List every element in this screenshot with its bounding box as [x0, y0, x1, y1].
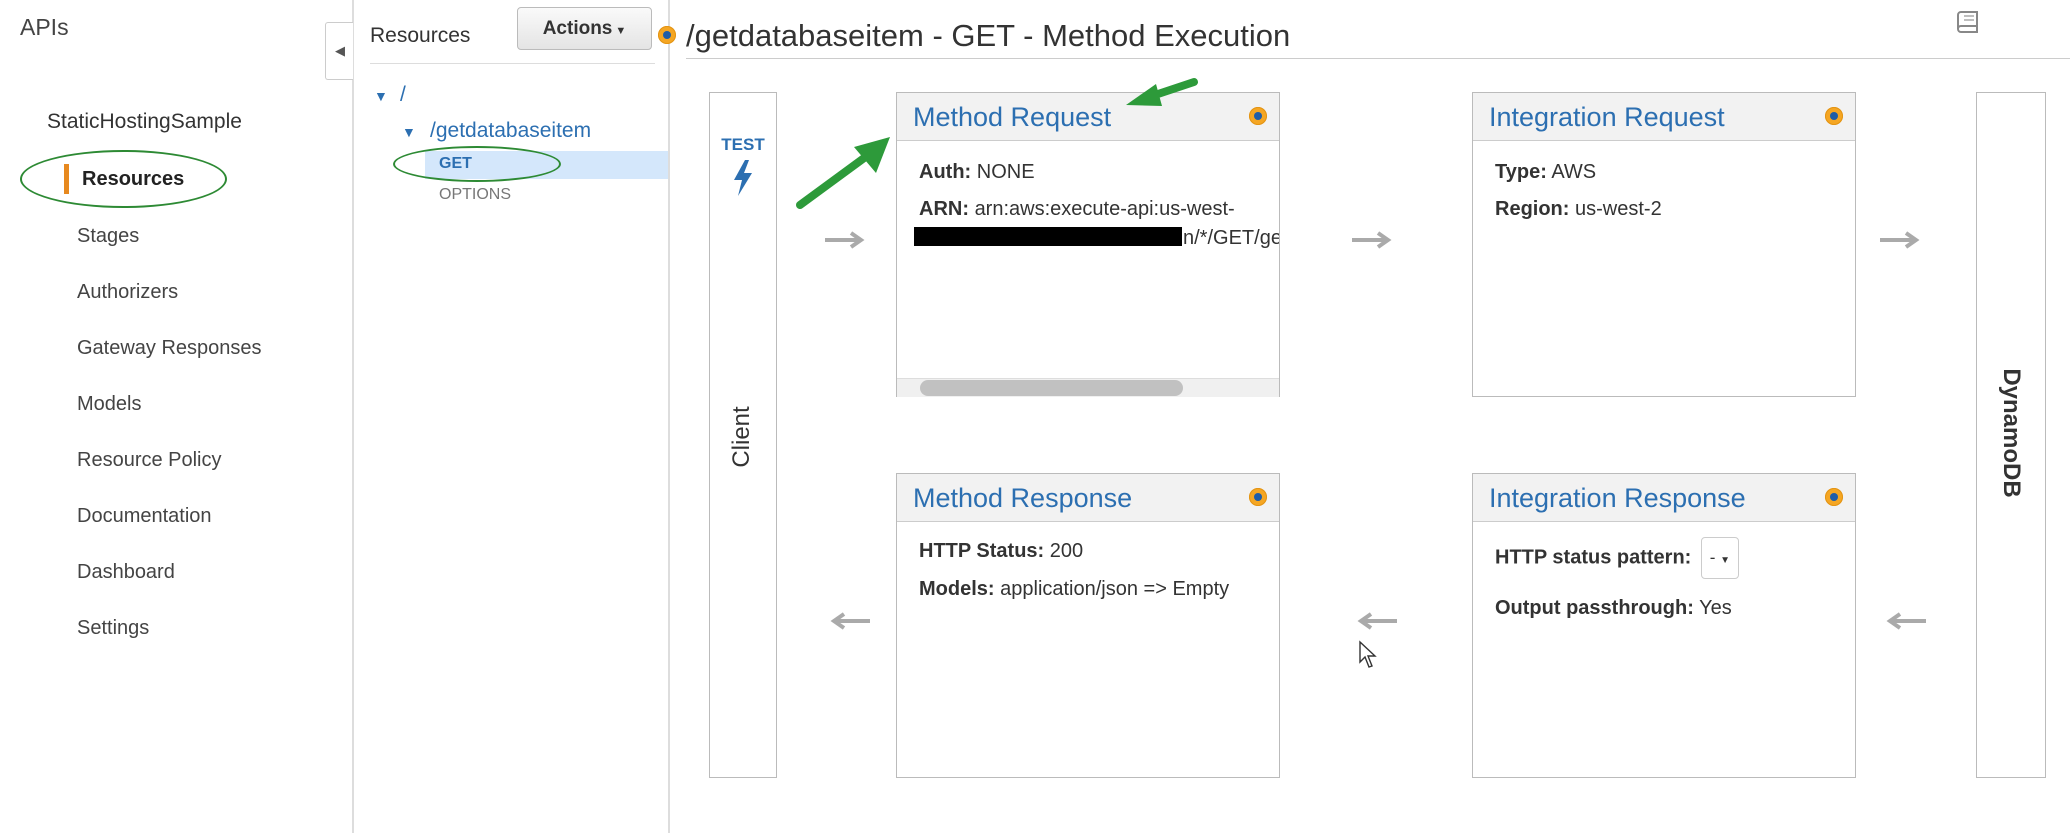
nav-item-dashboard[interactable]: Dashboard — [77, 561, 175, 584]
nav-item-models[interactable]: Models — [77, 393, 141, 416]
page-title: /getdatabaseitem - GET - Method Executio… — [686, 18, 1291, 53]
auth-key: Auth: — [919, 161, 972, 183]
status-pattern-row: HTTP status pattern: - ▼ — [1495, 537, 1739, 579]
apis-link[interactable]: APIs — [20, 14, 69, 41]
title-underline — [686, 58, 2070, 59]
nav-item-resources[interactable]: Resources — [82, 168, 184, 191]
resources-divider-v — [668, 0, 670, 833]
arrow-left-icon — [1886, 612, 1926, 630]
status-pattern-value: - — [1709, 548, 1716, 567]
annotation-arrow-icon — [796, 137, 890, 209]
auth-value: NONE — [976, 161, 1035, 183]
method-request-link[interactable]: Method Request — [913, 102, 1111, 133]
documentation-book-icon[interactable] — [1954, 8, 1984, 38]
integration-response-link[interactable]: Integration Response — [1489, 483, 1746, 514]
tree-method-get[interactable]: GET — [439, 155, 472, 173]
client-label: Client — [728, 406, 755, 468]
collapse-nav-button[interactable]: ◀ — [325, 22, 353, 80]
test-button[interactable]: TEST — [720, 135, 766, 155]
nav-item-documentation[interactable]: Documentation — [77, 505, 212, 528]
arn-row: ARN: arn:aws:execute-api:us-west- — [919, 198, 1235, 221]
caret-down-icon: ▼ — [1720, 555, 1731, 566]
models-row: Models: application/json => Empty — [919, 578, 1229, 601]
tree-item-getdatabaseitem[interactable]: /getdatabaseitem — [430, 119, 591, 143]
tree-expand-root-icon[interactable]: ▼ — [374, 88, 388, 104]
arrow-right-icon — [825, 231, 865, 249]
tree-expand-child-icon[interactable]: ▼ — [402, 124, 416, 140]
arrow-right-icon — [1352, 231, 1392, 249]
models-key: Models: — [919, 578, 995, 600]
integration-response-card: Integration Response HTTP status pattern… — [1472, 473, 1856, 778]
http-status-value: 200 — [1049, 540, 1084, 562]
arrow-left-icon — [830, 612, 870, 630]
redaction-bar — [914, 227, 1182, 246]
info-dot-icon — [658, 26, 676, 44]
passthrough-key: Output passthrough: — [1495, 597, 1694, 619]
method-response-card: Method Response HTTP Status: 200 Models:… — [896, 473, 1280, 778]
info-dot-icon — [1249, 107, 1267, 125]
http-status-row: HTTP Status: 200 — [919, 540, 1083, 563]
info-dot-icon — [1249, 488, 1267, 506]
scrollbar-thumb[interactable] — [920, 380, 1183, 396]
integration-request-card: Integration Request Type: AWS Region: us… — [1472, 92, 1856, 397]
arn-tail: n/*/GET/ge — [1183, 227, 1280, 249]
nav-item-gateway-responses[interactable]: Gateway Responses — [77, 337, 262, 360]
info-dot-icon — [1825, 107, 1843, 125]
nav-item-stages[interactable]: Stages — [77, 225, 139, 248]
region-value: us-west-2 — [1575, 198, 1662, 220]
resources-divider — [370, 63, 655, 64]
backend-label: DynamoDB — [1998, 368, 2025, 498]
api-name[interactable]: StaticHostingSample — [47, 110, 242, 134]
arn-key: ARN: — [919, 198, 969, 220]
nav-item-resource-policy[interactable]: Resource Policy — [77, 449, 222, 472]
mouse-cursor-icon — [1359, 640, 1377, 668]
region-key: Region: — [1495, 198, 1570, 220]
models-value: application/json => Empty — [1000, 578, 1230, 600]
http-status-key: HTTP Status: — [919, 540, 1045, 562]
annotation-arrow-icon — [1126, 78, 1198, 106]
region-row: Region: us-west-2 — [1495, 198, 1662, 221]
arrow-right-icon — [1880, 231, 1920, 249]
actions-label: Actions — [542, 18, 613, 39]
resources-heading: Resources — [370, 24, 471, 47]
annotation-ellipse-get — [393, 146, 561, 182]
nav-item-settings[interactable]: Settings — [77, 617, 149, 640]
tree-item-root[interactable]: / — [400, 83, 406, 107]
method-response-link[interactable]: Method Response — [913, 483, 1132, 514]
nav-divider — [352, 0, 354, 833]
nav-item-authorizers[interactable]: Authorizers — [77, 281, 178, 304]
type-value: AWS — [1551, 161, 1597, 183]
tree-method-options[interactable]: OPTIONS — [439, 186, 511, 204]
type-key: Type: — [1495, 161, 1547, 183]
info-dot-icon — [1825, 488, 1843, 506]
chevron-left-icon: ◀ — [335, 43, 345, 58]
arn-value: arn:aws:execute-api:us-west- — [974, 198, 1235, 220]
integration-request-link[interactable]: Integration Request — [1489, 102, 1725, 133]
active-indicator — [64, 164, 69, 194]
auth-row: Auth: NONE — [919, 161, 1035, 184]
lightning-bolt-icon[interactable] — [728, 158, 758, 198]
caret-down-icon: ▼ — [615, 25, 627, 37]
status-pattern-key: HTTP status pattern: — [1495, 546, 1692, 569]
type-row: Type: AWS — [1495, 161, 1596, 184]
passthrough-value: Yes — [1699, 597, 1732, 619]
status-pattern-select[interactable]: - ▼ — [1700, 537, 1739, 579]
actions-button[interactable]: Actions ▼ — [517, 7, 652, 50]
arrow-left-icon — [1357, 612, 1397, 630]
passthrough-row: Output passthrough: Yes — [1495, 597, 1732, 620]
